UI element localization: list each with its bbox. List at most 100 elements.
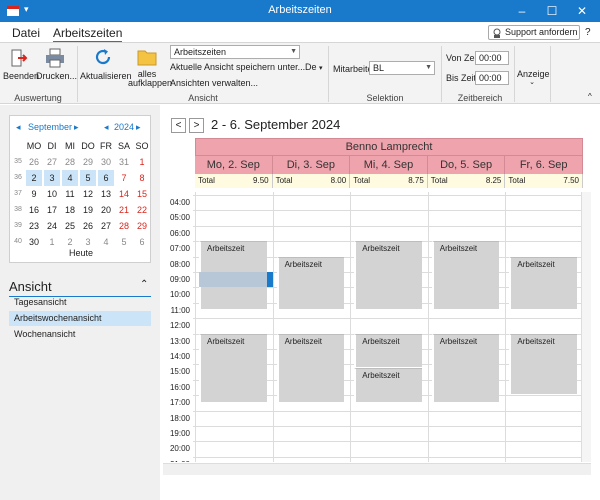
mitarbeiter-value: BL: [373, 63, 385, 73]
total-label: Total: [353, 176, 371, 185]
prev-week-button[interactable]: <: [171, 118, 186, 133]
day-header[interactable]: Fr, 6. Sep: [505, 156, 583, 174]
calendar-day[interactable]: 25: [62, 218, 78, 234]
beenden-button[interactable]: Beenden: [3, 45, 39, 89]
bis-zeit-input[interactable]: 00:00: [475, 71, 509, 85]
collapse-ribbon-icon[interactable]: ^: [588, 92, 592, 101]
today-button[interactable]: Heute: [10, 248, 152, 258]
time-grid[interactable]: 04:00 05:00 06:00 07:00 08:00 09:00 10:00 11:00…: [163, 192, 591, 462]
support-button[interactable]: Support anfordern: [488, 25, 580, 40]
calendar-week-row: 38 16 17 18 19 20 21 22: [10, 202, 152, 218]
mitarbeiter-combo[interactable]: BL ▼: [369, 61, 435, 75]
help-icon[interactable]: ?: [585, 27, 591, 38]
calendar-day[interactable]: 16: [26, 202, 42, 218]
calendar-day[interactable]: 5: [80, 170, 96, 186]
exit-icon: [11, 49, 28, 67]
total-value: 7.50: [563, 176, 579, 185]
calendar-day[interactable]: 18: [62, 202, 78, 218]
calendar-day[interactable]: 23: [26, 218, 42, 234]
separator: [77, 46, 78, 102]
calendar-day[interactable]: 21: [116, 202, 132, 218]
group-zeitbereich: Zeitbereich: [457, 93, 503, 103]
appointment[interactable]: Arbeitszeit: [509, 256, 577, 310]
calendar-day[interactable]: 26: [80, 218, 96, 234]
close-button[interactable]: ✕: [568, 0, 596, 22]
year-prev-icon[interactable]: ◂: [104, 122, 109, 133]
calendar-day[interactable]: 9: [26, 186, 42, 202]
chevron-up-icon[interactable]: ⌃: [140, 279, 148, 290]
calendar-day[interactable]: 26: [26, 154, 42, 170]
appointment[interactable]: Arbeitszeit: [354, 241, 422, 310]
month-label[interactable]: September: [28, 122, 72, 132]
calendar-day[interactable]: 27: [44, 154, 60, 170]
month-next-icon[interactable]: ▸: [74, 122, 79, 133]
folder-icon: [137, 50, 157, 66]
calendar-day[interactable]: 7: [116, 170, 132, 186]
calendar-day[interactable]: 11: [62, 186, 78, 202]
maximize-button[interactable]: ☐: [538, 0, 566, 22]
day-header[interactable]: Di, 3. Sep: [272, 156, 351, 174]
day-header[interactable]: Do, 5. Sep: [427, 156, 506, 174]
appointment[interactable]: Arbeitszeit: [276, 333, 345, 402]
appointment[interactable]: Arbeitszeit: [431, 333, 500, 402]
calendar-day[interactable]: 28: [116, 218, 132, 234]
hour-line: [193, 210, 581, 212]
calendar-day[interactable]: 6: [98, 170, 114, 186]
manage-views-button[interactable]: Ansichten verwalten...: [170, 78, 258, 88]
minimize-button[interactable]: –: [508, 0, 536, 22]
alles-aufklappen-button[interactable]: alles aufklappen: [128, 45, 172, 91]
month-prev-icon[interactable]: ◂: [16, 122, 21, 133]
calendar-day[interactable]: 13: [98, 186, 114, 202]
appointment[interactable]: Arbeitszeit: [199, 333, 267, 402]
calendar-day[interactable]: 14: [116, 186, 132, 202]
menu-datei[interactable]: Datei: [12, 26, 40, 40]
view-arbeitswochenansicht[interactable]: Arbeitswochenansicht: [9, 311, 151, 326]
tab-arbeitszeiten[interactable]: Arbeitszeiten: [53, 26, 123, 43]
appointment[interactable]: Arbeitszeit: [354, 368, 422, 402]
calendar-day[interactable]: 15: [134, 186, 150, 202]
language-dropdown[interactable]: De ▾: [305, 62, 323, 72]
calendar-day[interactable]: 24: [44, 218, 60, 234]
view-wochenansicht[interactable]: Wochenansicht: [9, 327, 151, 342]
view-combo[interactable]: Arbeitszeiten ▼: [170, 45, 300, 59]
calendar-day[interactable]: 28: [62, 154, 78, 170]
calendar-day[interactable]: 12: [80, 186, 96, 202]
weekday-mo: MO: [26, 141, 42, 151]
view-tagesansicht[interactable]: Tagesansicht: [9, 295, 151, 310]
appointment[interactable]: Arbeitszeit: [354, 333, 422, 368]
appointment[interactable]: Arbeitszeit: [509, 333, 577, 395]
anzeige-dropdown[interactable]: Anzeige ⌄: [517, 69, 550, 89]
calendar-day[interactable]: 2: [26, 170, 42, 186]
appointment[interactable]: Arbeitszeit: [276, 256, 345, 310]
drucken-button[interactable]: Drucken...: [36, 45, 77, 89]
calendar-day[interactable]: 17: [44, 202, 60, 218]
horizontal-scrollbar[interactable]: [163, 463, 591, 475]
calendar-week-row: 36 2 3 4 5 6 7 8: [10, 170, 152, 186]
year-next-icon[interactable]: ▸: [136, 122, 141, 133]
day-header[interactable]: Mi, 4. Sep: [350, 156, 428, 174]
save-view-button[interactable]: Aktuelle Ansicht speichern unter...: [170, 62, 305, 72]
calendar-day[interactable]: 19: [80, 202, 96, 218]
calendar-day[interactable]: 8: [134, 170, 150, 186]
calendar-day[interactable]: 30: [98, 154, 114, 170]
vertical-scrollbar[interactable]: [581, 192, 591, 462]
calendar-day[interactable]: 29: [134, 218, 150, 234]
year-label[interactable]: 2024: [114, 122, 134, 132]
von-zeit-input[interactable]: 00:00: [475, 51, 509, 65]
calendar-day[interactable]: 29: [80, 154, 96, 170]
calendar-day[interactable]: 22: [134, 202, 150, 218]
calendar-day[interactable]: 4: [62, 170, 78, 186]
calendar-day[interactable]: 31: [116, 154, 132, 170]
calendar-day[interactable]: 20: [98, 202, 114, 218]
next-week-button[interactable]: >: [189, 118, 204, 133]
left-pane: ◂ September ▸ ◂ 2024 ▸ MO DI MI DO FR SA SO 35…: [0, 105, 160, 500]
calendar-day[interactable]: 10: [44, 186, 60, 202]
day-header[interactable]: Mo, 2. Sep: [195, 156, 273, 174]
calendar-day[interactable]: 1: [134, 154, 150, 170]
aktualisieren-button[interactable]: Aktualisieren: [80, 45, 132, 89]
calendar-day[interactable]: 3: [44, 170, 60, 186]
appointment[interactable]: Arbeitszeit: [431, 241, 500, 310]
selected-time-slot[interactable]: [199, 272, 267, 288]
weekday-sa: SA: [117, 141, 130, 151]
calendar-day[interactable]: 27: [98, 218, 114, 234]
